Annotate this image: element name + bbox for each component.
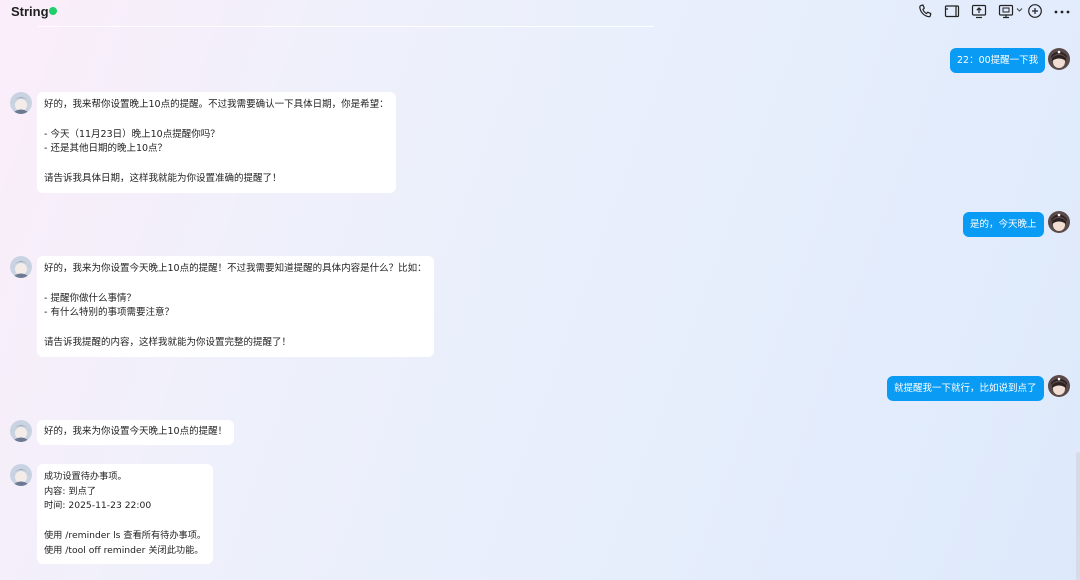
- bot-avatar[interactable]: [10, 420, 32, 442]
- message-line: - 有什么特别的事项需要注意？: [44, 307, 174, 319]
- screen-share-icon[interactable]: [971, 3, 987, 19]
- message-line: 好的，我来帮你设置晚上10点的提醒。不过我需要确认一下具体日期，你是希望：: [44, 99, 389, 110]
- message-line: 请告诉我具体日期，这样我就能为你设置准确的提醒了！: [44, 172, 282, 184]
- user-avatar[interactable]: [1048, 211, 1070, 233]
- more-icon[interactable]: [1053, 3, 1071, 19]
- chat-header: String: [0, 0, 1080, 27]
- reminder-result-bubble: 成功设置待办事项。 内容: 到点了 时间: 2025-11-23 22:00 使…: [37, 464, 214, 565]
- message-text: 是的，今天晚上: [970, 219, 1037, 230]
- bot-message-bubble: 好的，我来为你设置今天晚上10点的提醒！: [37, 420, 235, 445]
- message-line: 时间: 2025-11-23 22:00: [44, 500, 152, 512]
- bot-avatar[interactable]: [10, 92, 32, 114]
- phone-icon[interactable]: [918, 3, 932, 19]
- message-line: - 提醒你做什么事情？: [44, 292, 136, 304]
- bot-message-bubble: 好的，我来为你设置今天晚上10点的提醒！不过我需要知道提醒的具体内容是什么？比如…: [37, 256, 434, 357]
- online-status-dot: [49, 7, 57, 15]
- header-divider: [38, 26, 654, 27]
- user-avatar[interactable]: [1048, 48, 1070, 70]
- message-text: 就提醒我一下就行，比如说到点了: [894, 383, 1037, 394]
- user-message-bubble: 是的，今天晚上: [963, 212, 1044, 237]
- message-line: 成功设置待办事项。: [44, 471, 127, 482]
- bot-avatar[interactable]: [10, 464, 32, 486]
- add-icon[interactable]: [1027, 3, 1043, 19]
- remote-control-icon[interactable]: [998, 3, 1014, 19]
- message-line: - 今天（11月23日）晚上10点提醒你吗？: [44, 128, 220, 140]
- message-text: 22：00提醒一下我: [957, 55, 1039, 66]
- user-message-bubble: 22：00提醒一下我: [950, 48, 1046, 73]
- message-line: 内容: 到点了: [44, 485, 96, 497]
- message-line: 请告诉我提醒的内容，这样我就能为你设置完整的提醒了！: [44, 336, 292, 348]
- message-line: 使用 /tool off reminder 关闭此功能。: [44, 544, 204, 556]
- chevron-down-icon[interactable]: [1016, 6, 1023, 22]
- message-line: 好的，我来为你设置今天晚上10点的提醒！: [44, 426, 228, 437]
- chat-scrollbar[interactable]: [1076, 452, 1080, 580]
- bot-avatar[interactable]: [10, 256, 32, 278]
- user-avatar[interactable]: [1048, 375, 1070, 397]
- message-line: 好的，我来为你设置今天晚上10点的提醒！不过我需要知道提醒的具体内容是什么？比如…: [44, 263, 427, 274]
- user-message-bubble: 就提醒我一下就行，比如说到点了: [887, 376, 1044, 401]
- video-icon[interactable]: [944, 3, 960, 19]
- message-line: - 还是其他日期的晚上10点？: [44, 143, 168, 155]
- message-line: 使用 /reminder ls 查看所有待办事项。: [44, 529, 207, 541]
- bot-message-bubble: 好的，我来帮你设置晚上10点的提醒。不过我需要确认一下具体日期，你是希望： - …: [37, 92, 396, 193]
- chat-title: String: [11, 4, 49, 19]
